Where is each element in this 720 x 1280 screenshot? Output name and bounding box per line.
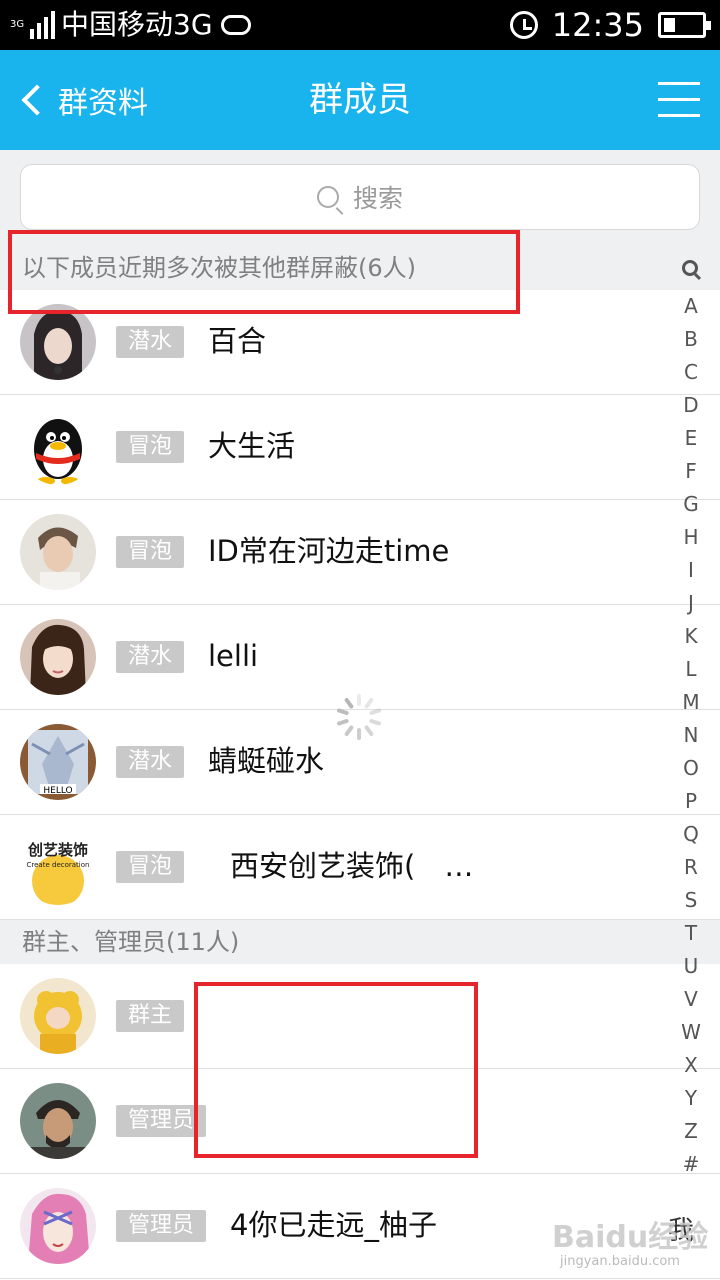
role-badge: 冒泡 bbox=[116, 536, 185, 568]
watermark-brand: Baidu经验 bbox=[552, 1220, 709, 1255]
member-name: ID常在河边走time bbox=[208, 534, 450, 568]
member-name: lelli bbox=[208, 639, 259, 673]
avatar: HELLO bbox=[20, 724, 96, 800]
index-letter-j[interactable]: J bbox=[672, 591, 710, 615]
avatar: 创艺装饰 Create decoration bbox=[20, 829, 96, 905]
index-letter-u[interactable]: U bbox=[672, 954, 710, 978]
index-letter-i[interactable]: I bbox=[672, 558, 710, 582]
index-letter-n[interactable]: N bbox=[672, 723, 710, 747]
index-letter-o[interactable]: O bbox=[672, 756, 710, 780]
status-right: 12:35 bbox=[509, 6, 711, 44]
member-name: 大生活 bbox=[208, 429, 296, 463]
avatar-text: Create decoration bbox=[27, 861, 90, 869]
spinner-spoke bbox=[357, 728, 361, 740]
index-letter-z[interactable]: Z bbox=[672, 1119, 710, 1143]
annotation-box bbox=[8, 230, 520, 314]
avatar bbox=[20, 514, 96, 590]
role-badge: 管理员 bbox=[116, 1210, 207, 1242]
role-badge: 潜水 bbox=[116, 326, 185, 358]
spinner-spoke bbox=[368, 718, 382, 727]
status-bar: 3G 中国移动3G 12:35 bbox=[0, 0, 720, 50]
menu-button[interactable] bbox=[658, 80, 700, 120]
index-letter-w[interactable]: W bbox=[672, 1020, 710, 1044]
index-letter-b[interactable]: B bbox=[672, 327, 710, 351]
index-letter-a[interactable]: A bbox=[672, 294, 710, 318]
avatar bbox=[20, 1083, 96, 1159]
avatar bbox=[20, 978, 96, 1054]
index-letter-q[interactable]: Q bbox=[672, 822, 710, 846]
index-letter-m[interactable]: M bbox=[672, 690, 710, 714]
avatar bbox=[20, 1188, 96, 1264]
member-row[interactable]: 冒泡 大生活 bbox=[0, 395, 720, 500]
member-name: 西安创艺装饰( … bbox=[230, 849, 474, 883]
cloud-icon bbox=[220, 15, 251, 35]
index-search-icon[interactable] bbox=[682, 260, 698, 276]
member-row[interactable]: 冒泡 ID常在河边走time bbox=[0, 500, 720, 605]
role-badge: 潜水 bbox=[116, 746, 185, 778]
avatar-text: 创艺装饰 bbox=[27, 841, 88, 859]
role-badge: 冒泡 bbox=[116, 851, 185, 883]
member-name: 4你已走远_柚子 bbox=[230, 1208, 437, 1242]
role-badge: 潜水 bbox=[116, 641, 185, 673]
network-type-label: 3G bbox=[10, 19, 25, 30]
search-placeholder: 搜索 bbox=[352, 184, 403, 213]
index-letter-h[interactable]: H bbox=[672, 525, 710, 549]
spinner-spoke bbox=[343, 697, 355, 710]
page-title: 群成员 bbox=[309, 80, 411, 120]
search-input[interactable]: 搜索 bbox=[20, 164, 700, 230]
avatar bbox=[20, 304, 96, 380]
role-badge: 管理员 bbox=[116, 1105, 207, 1137]
signal-icon bbox=[30, 11, 55, 39]
section-title: 群主、管理员(11人) bbox=[22, 928, 240, 956]
index-letter-k[interactable]: K bbox=[672, 624, 710, 648]
spinner-spoke bbox=[363, 724, 375, 737]
index-letter-y[interactable]: Y bbox=[672, 1086, 710, 1110]
watermark-url: jingyan.baidu.com bbox=[560, 1254, 680, 1269]
member-name: 蜻蜓碰水 bbox=[208, 744, 325, 778]
index-letter-t[interactable]: T bbox=[672, 921, 710, 945]
index-letter-p[interactable]: P bbox=[672, 789, 710, 813]
spinner-spoke bbox=[336, 718, 350, 727]
battery-icon bbox=[658, 12, 711, 38]
spinner-spoke bbox=[363, 697, 375, 710]
loading-spinner-icon bbox=[336, 694, 382, 740]
spinner-spoke bbox=[357, 694, 361, 706]
index-letter-hash[interactable]: # bbox=[672, 1152, 710, 1176]
index-letter-g[interactable]: G bbox=[672, 492, 710, 516]
alphabet-index[interactable]: A B C D E F G H I J K L M N O P Q R S T U V W X Y Z # bbox=[672, 252, 712, 1182]
spinner-spoke bbox=[343, 724, 355, 737]
member-name: 百合 bbox=[208, 324, 267, 358]
section-header-admins: 群主、管理员(11人) bbox=[0, 920, 720, 964]
annotation-box bbox=[194, 982, 478, 1158]
avatar-text: HELLO bbox=[43, 786, 72, 796]
avatar bbox=[20, 409, 96, 485]
status-left: 3G 中国移动3G bbox=[10, 8, 251, 42]
alarm-icon bbox=[509, 11, 538, 39]
index-letter-d[interactable]: D bbox=[672, 393, 710, 417]
spinner-spoke bbox=[336, 707, 350, 716]
index-letter-l[interactable]: L bbox=[672, 657, 710, 681]
avatar bbox=[20, 619, 96, 695]
watermark: Baidu经验 jingyan.baidu.com bbox=[552, 1212, 712, 1272]
battery-level bbox=[664, 18, 675, 32]
index-letter-r[interactable]: R bbox=[672, 855, 710, 879]
index-letter-e[interactable]: E bbox=[672, 426, 710, 450]
role-badge: 群主 bbox=[116, 1000, 185, 1032]
search-icon bbox=[316, 186, 339, 208]
index-letter-v[interactable]: V bbox=[672, 987, 710, 1011]
role-badge: 冒泡 bbox=[116, 431, 185, 463]
index-letter-f[interactable]: F bbox=[672, 459, 710, 483]
member-row[interactable]: 创艺装饰 Create decoration 冒泡 西安创艺装饰( … bbox=[0, 815, 720, 920]
spinner-spoke bbox=[368, 707, 382, 716]
menu-icon bbox=[658, 82, 700, 85]
index-letter-x[interactable]: X bbox=[672, 1053, 710, 1077]
clock: 12:35 bbox=[551, 6, 644, 44]
title-bar: 群资料 群成员 bbox=[0, 50, 720, 150]
index-letter-s[interactable]: S bbox=[672, 888, 710, 912]
carrier-label: 中国移动3G bbox=[61, 8, 213, 41]
index-letter-c[interactable]: C bbox=[672, 360, 710, 384]
